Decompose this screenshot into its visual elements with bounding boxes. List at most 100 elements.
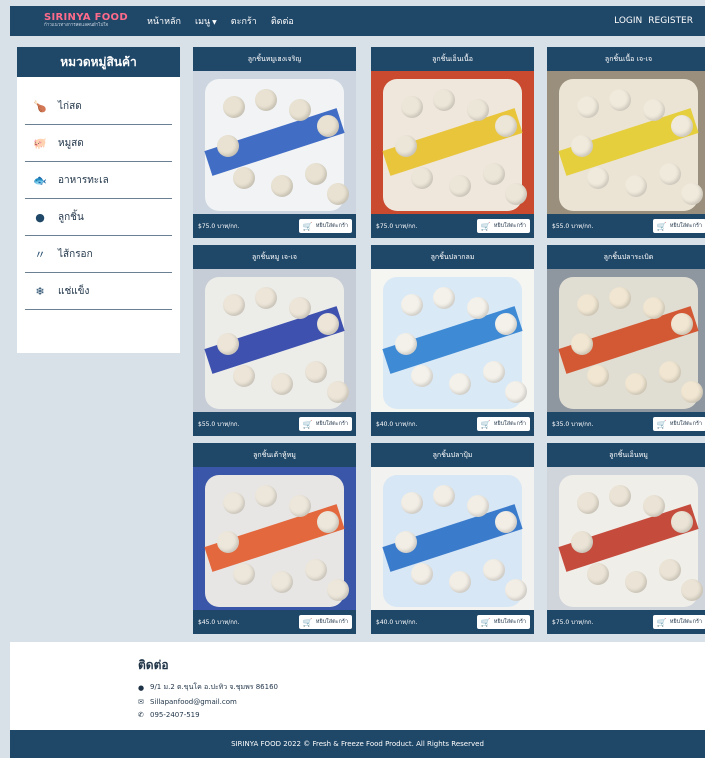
contact-title: ติดต่อ <box>138 658 169 672</box>
product-card[interactable]: ลูกชิ้นปลาระเบิด $35.0 บาท/กก. 🛒 หยิบใส่ตะก… <box>547 245 705 436</box>
product-image[interactable] <box>371 71 534 214</box>
contact-phone[interactable]: 095-2407-519 <box>150 711 200 719</box>
add-to-cart-label: หยิบใส่ตะกร้า <box>493 619 526 625</box>
product-image[interactable] <box>371 269 534 412</box>
nav-menu-dropdown[interactable]: เมนู ▼ <box>195 14 217 28</box>
product-card[interactable]: ลูกชิ้นปลาปุ้ม $40.0 บาท/กก. 🛒 หยิบใส่ตะกร้… <box>371 443 534 634</box>
product-image[interactable] <box>193 467 356 610</box>
add-to-cart-label: หยิบใส่ตะกร้า <box>669 421 702 427</box>
product-price: $45.0 บาท/กก. <box>198 619 240 626</box>
cart-icon: 🛒 <box>656 221 667 231</box>
cart-icon: 🛒 <box>480 617 491 627</box>
contact-section: ติดต่อ ● 9/1 ม.2 ต.ขุนโค อ.ปะทิว จ.ชุมพร… <box>10 642 705 730</box>
product-title[interactable]: ลูกชิ้นเอ็นเนื้อ <box>371 47 534 71</box>
product-price: $35.0 บาท/กก. <box>552 421 594 428</box>
contact-email-row: ✉ Sillapanfood@gmail.com <box>138 698 705 706</box>
cart-icon: 🛒 <box>302 617 313 627</box>
add-to-cart-label: หยิบใส่ตะกร้า <box>315 619 348 625</box>
add-to-cart-button[interactable]: 🛒 หยิบใส่ตะกร้า <box>652 219 705 233</box>
register-link[interactable]: REGISTER <box>648 16 693 26</box>
add-to-cart-label: หยิบใส่ตะกร้า <box>315 421 348 427</box>
brand-name: SIRINYA FOOD <box>44 12 128 24</box>
map-marker-icon: ● <box>138 683 145 692</box>
cart-icon: 🛒 <box>302 419 313 429</box>
add-to-cart-button[interactable]: 🛒 หยิบใส่ตะกร้า <box>652 615 705 629</box>
nav-cart[interactable]: ตะกร้า <box>231 14 257 28</box>
cart-icon: 🛒 <box>480 419 491 429</box>
product-footer: $75.0 บาท/กก. 🛒 หยิบใส่ตะกร้า <box>547 610 705 634</box>
product-card[interactable]: ลูกชิ้นเอ็นเนื้อ $75.0 บาท/กก. 🛒 หยิบใส่ตะก… <box>371 47 534 238</box>
product-card[interactable]: ลูกชิ้นหมู เจ-เจ $55.0 บาท/กก. 🛒 หยิบใส่ตะก… <box>193 245 356 436</box>
sidebar-item-label: อาหารทะเล <box>58 174 109 186</box>
product-title[interactable]: ลูกชิ้นหมู เจ-เจ <box>193 245 356 269</box>
product-price: $75.0 บาท/กก. <box>376 223 418 230</box>
sidebar-item[interactable]: 🐟 อาหารทะเล <box>25 162 172 199</box>
product-image[interactable] <box>547 71 705 214</box>
product-footer: $55.0 บาท/กก. 🛒 หยิบใส่ตะกร้า <box>547 214 705 238</box>
add-to-cart-button[interactable]: 🛒 หยิบใส่ตะกร้า <box>476 219 530 233</box>
product-footer: $40.0 บาท/กก. 🛒 หยิบใส่ตะกร้า <box>371 412 534 436</box>
product-footer: $40.0 บาท/กก. 🛒 หยิบใส่ตะกร้า <box>371 610 534 634</box>
sidebar-item[interactable]: ❄ แช่แข็ง <box>25 273 172 310</box>
add-to-cart-button[interactable]: 🛒 หยิบใส่ตะกร้า <box>298 219 352 233</box>
product-image[interactable] <box>193 269 356 412</box>
pig-icon: 🐖 <box>33 136 47 150</box>
product-image[interactable] <box>193 71 356 214</box>
add-to-cart-label: หยิบใส่ตะกร้า <box>493 223 526 229</box>
footer-copyright: SIRINYA FOOD 2022 © Fresh & Freeze Food … <box>231 740 484 748</box>
brand-logo[interactable]: SIRINYA FOOD ก้าวแนวทางการสดแลคนผ้าไปใจ <box>44 13 128 29</box>
add-to-cart-button[interactable]: 🛒 หยิบใส่ตะกร้า <box>652 417 705 431</box>
sidebar-item[interactable]: ● ลูกชิ้น <box>25 199 172 236</box>
sidebar-item-label: ไก่สด <box>58 100 82 112</box>
product-price: $40.0 บาท/กก. <box>376 619 418 626</box>
product-image[interactable] <box>547 269 705 412</box>
product-title[interactable]: ลูกชิ้นหมูเฮงเจริญ <box>193 47 356 71</box>
product-title[interactable]: ลูกชิ้นเนื้อ เจ-เจ <box>547 47 705 71</box>
category-sidebar: หมวดหมู่สินค้า 🍗 ไก่สด 🐖 หมูสด 🐟 อาหารทะเล ● ลู… <box>17 47 180 353</box>
brand-tagline: ก้าวแนวทางการสดแลคนผ้าไปใจ <box>44 23 109 29</box>
cart-icon: 🛒 <box>302 221 313 231</box>
product-card[interactable]: ลูกชิ้นเอ็นหมู $75.0 บาท/กก. 🛒 หยิบใส่ตะกร้… <box>547 443 705 634</box>
sidebar-item[interactable]: 🍗 ไก่สด <box>25 88 172 125</box>
add-to-cart-button[interactable]: 🛒 หยิบใส่ตะกร้า <box>476 417 530 431</box>
product-title[interactable]: ลูกชิ้นปลาปุ้ม <box>371 443 534 467</box>
contact-email[interactable]: Sillapanfood@gmail.com <box>150 698 237 706</box>
contact-address-row: ● 9/1 ม.2 ต.ขุนโค อ.ปะทิว จ.ชุมพร 86160 <box>138 682 705 693</box>
product-title[interactable]: ลูกชิ้นเต้าหู้หมู <box>193 443 356 467</box>
envelope-icon: ✉ <box>138 698 144 706</box>
caret-down-icon: ▼ <box>212 19 217 26</box>
add-to-cart-button[interactable]: 🛒 หยิบใส่ตะกร้า <box>298 615 352 629</box>
product-title[interactable]: ลูกชิ้นปลาระเบิด <box>547 245 705 269</box>
nav-home[interactable]: หน้าหลัก <box>147 14 181 28</box>
sidebar-item[interactable]: 〃 ไส้กรอก <box>25 236 172 273</box>
sidebar-item-label: ไส้กรอก <box>58 248 93 260</box>
product-footer: $55.0 บาท/กก. 🛒 หยิบใส่ตะกร้า <box>193 412 356 436</box>
add-to-cart-button[interactable]: 🛒 หยิบใส่ตะกร้า <box>476 615 530 629</box>
product-card[interactable]: ลูกชิ้นเนื้อ เจ-เจ $55.0 บาท/กก. 🛒 หยิบใส่ต… <box>547 47 705 238</box>
add-to-cart-label: หยิบใส่ตะกร้า <box>669 223 702 229</box>
product-image[interactable] <box>547 467 705 610</box>
product-card[interactable]: ลูกชิ้นปลากลม $40.0 บาท/กก. 🛒 หยิบใส่ตะกร้า <box>371 245 534 436</box>
add-to-cart-label: หยิบใส่ตะกร้า <box>315 223 348 229</box>
product-card[interactable]: ลูกชิ้นเต้าหู้หมู $45.0 บาท/กก. 🛒 หยิบใส่ตะ… <box>193 443 356 634</box>
sidebar-item-label: ลูกชิ้น <box>58 211 84 223</box>
fish-icon: 🐟 <box>33 173 47 187</box>
product-footer: $75.0 บาท/กก. 🛒 หยิบใส่ตะกร้า <box>193 214 356 238</box>
product-footer: $45.0 บาท/กก. 🛒 หยิบใส่ตะกร้า <box>193 610 356 634</box>
product-card[interactable]: ลูกชิ้นหมูเฮงเจริญ $75.0 บาท/กก. 🛒 หยิบใส่ต… <box>193 47 356 238</box>
product-footer: $75.0 บาท/กก. 🛒 หยิบใส่ตะกร้า <box>371 214 534 238</box>
product-title[interactable]: ลูกชิ้นปลากลม <box>371 245 534 269</box>
product-title[interactable]: ลูกชิ้นเอ็นหมู <box>547 443 705 467</box>
product-image[interactable] <box>371 467 534 610</box>
footer: SIRINYA FOOD 2022 © Fresh & Freeze Food … <box>10 730 705 758</box>
login-link[interactable]: LOGIN <box>614 16 642 26</box>
sidebar-item-label: แช่แข็ง <box>58 285 90 297</box>
sidebar-item[interactable]: 🐖 หมูสด <box>25 125 172 162</box>
add-to-cart-button[interactable]: 🛒 หยิบใส่ตะกร้า <box>298 417 352 431</box>
circle-icon: ● <box>35 210 45 224</box>
add-to-cart-label: หยิบใส่ตะกร้า <box>493 421 526 427</box>
nav-contact[interactable]: ติดต่อ <box>271 14 294 28</box>
product-price: $75.0 บาท/กก. <box>198 223 240 230</box>
sidebar-title: หมวดหมู่สินค้า <box>17 47 180 77</box>
